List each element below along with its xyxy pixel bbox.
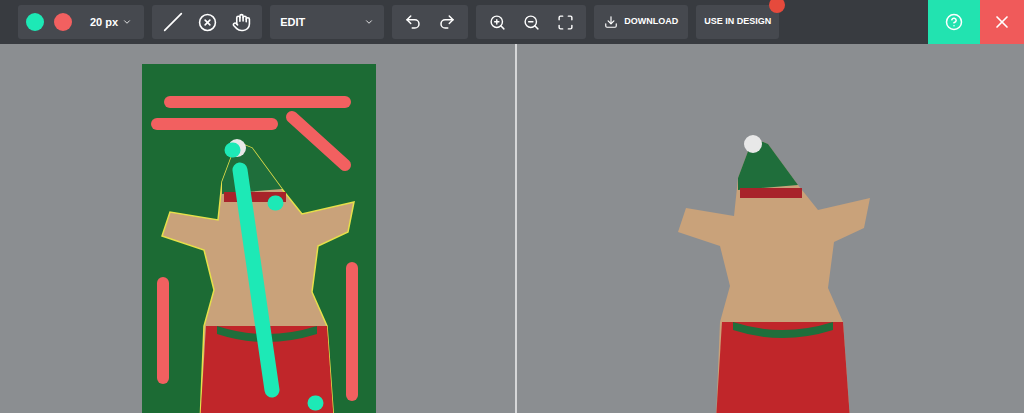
pen-icon <box>163 12 183 32</box>
preview-panel <box>517 44 1024 413</box>
help-button[interactable] <box>928 0 980 44</box>
use-in-design-button[interactable]: USE IN DESIGN <box>704 15 771 29</box>
help-icon <box>945 13 963 31</box>
zoom-in-button[interactable] <box>482 7 512 37</box>
chevron-down-icon <box>122 17 132 27</box>
eraser-tool[interactable] <box>192 7 222 37</box>
zoom-group <box>476 5 586 39</box>
pan-tool[interactable] <box>226 7 256 37</box>
mode-group: EDIT <box>270 5 384 39</box>
fit-icon <box>557 14 574 31</box>
zoom-in-icon <box>489 14 506 31</box>
toolbar: 20 px EDIT DOWNLOAD USE IN DESIGN <box>0 0 1024 44</box>
chevron-down-icon <box>364 17 374 27</box>
mark-strokes <box>142 64 376 413</box>
brush-size-dropdown[interactable]: 20 px <box>82 14 136 31</box>
edit-canvas[interactable] <box>142 64 376 413</box>
remove-stroke <box>170 96 345 108</box>
redo-button[interactable] <box>432 7 462 37</box>
brush-group: 20 px <box>18 5 144 39</box>
keep-stroke <box>240 170 272 390</box>
fit-button[interactable] <box>550 7 580 37</box>
undo-icon <box>404 13 422 31</box>
redo-icon <box>438 13 456 31</box>
keep-stroke <box>315 396 316 411</box>
background-remover-app: 20 px EDIT DOWNLOAD USE IN DESIGN <box>0 0 1024 413</box>
keep-stroke <box>232 143 233 158</box>
design-group: USE IN DESIGN <box>696 5 779 39</box>
download-group: DOWNLOAD <box>594 5 688 39</box>
close-icon <box>992 12 1012 32</box>
keep-stroke <box>275 196 276 211</box>
original-photo <box>142 64 376 413</box>
workspace <box>0 44 1024 413</box>
close-button[interactable] <box>980 0 1024 44</box>
zoom-out-button[interactable] <box>516 7 546 37</box>
hand-icon <box>232 13 251 32</box>
edit-panel <box>0 44 515 413</box>
undo-button[interactable] <box>398 7 428 37</box>
zoom-out-icon <box>523 14 540 31</box>
history-group <box>392 5 468 39</box>
remove-stroke <box>157 283 169 378</box>
tool-group <box>152 5 262 39</box>
remove-stroke <box>346 268 358 395</box>
keep-color-button[interactable] <box>26 13 44 31</box>
remove-color-button[interactable] <box>54 13 72 31</box>
download-button[interactable]: DOWNLOAD <box>604 15 678 29</box>
new-badge <box>769 0 785 13</box>
cutout-preview <box>658 60 892 413</box>
remove-stroke <box>157 118 272 130</box>
download-icon <box>604 15 618 29</box>
pen-tool[interactable] <box>158 7 188 37</box>
mode-dropdown[interactable]: EDIT <box>280 14 374 31</box>
remove-stroke <box>292 117 345 165</box>
panel-divider <box>515 44 517 413</box>
circle-x-icon <box>198 13 217 32</box>
